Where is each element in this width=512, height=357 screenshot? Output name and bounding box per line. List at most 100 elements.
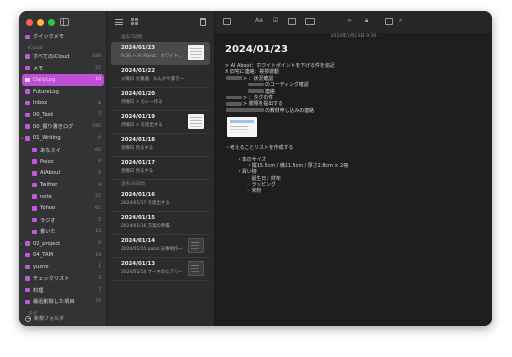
folder-label: Poizo [40,158,54,165]
note-list-item[interactable]: 2024/01/19 月曜日 > を提出する [111,111,210,134]
folder-count: 10 [95,77,101,83]
note-item-title: 2024/01/18 [121,137,155,143]
list-view-icon[interactable] [115,19,123,25]
folder-label: yuzno [33,263,49,270]
note-item-preview: 月曜日 > カレー作る [121,100,163,105]
folder-item[interactable]: 料理 7 [19,284,107,296]
folder-icon [25,136,30,141]
note-list-item[interactable]: 2024/01/18 金曜日 見るする [111,134,210,157]
plus-circle-icon [25,315,31,322]
folder-label: FutureLog [33,88,59,95]
folder-count: 0 [98,135,101,141]
folder-label: クイックメモ [33,34,64,41]
folder-item[interactable]: すべてのiCloud 446 [19,51,107,63]
folder-label: すべてのiCloud [33,54,70,61]
note-list-item[interactable]: 2024/01/16 2024/01/17 を提出する [111,189,210,212]
folder-count: 3 [98,276,101,282]
folder-icon [25,276,30,281]
folder-item[interactable]: 書いた 15 [19,226,107,238]
note-line-text: の教材申し込みの連絡 [265,107,314,114]
folder-count: 21 [95,65,101,71]
folder-item[interactable]: Inbox 8 [19,97,107,109]
folder-item[interactable]: 00_振り書きログ 195 [19,121,107,133]
folder-count: 1 [98,264,101,270]
note-list-item[interactable]: 2024/01/22 火曜日 大賞議：なんかや書き一 [111,65,210,88]
note-line-text: X 旧宅に連絡：挨拶運動 [225,69,279,76]
folder-icon [32,206,37,211]
note-body[interactable]: 2024/01/23 > AI About：ホワイトポイントを下げる件を追記 X … [225,44,485,195]
sidebar-toggle-icon[interactable] [60,18,69,26]
folder-icon [32,194,37,199]
folder-item[interactable]: AIAbout 9 [19,168,107,180]
folder-icon [25,100,30,106]
note-title: 2024/01/23 [225,44,288,55]
folder-item[interactable]: note 21 [19,191,107,203]
lock-icon[interactable]: 🔒︎ [365,17,368,25]
compose-icon[interactable] [223,18,231,25]
folder-item[interactable]: 04_TAM 19 [19,249,107,261]
folder-item[interactable]: Twitter 9 [19,179,107,191]
attached-image[interactable] [227,117,257,138]
folder-item[interactable]: クイックメモ [19,31,107,43]
media-icon[interactable] [305,18,315,25]
note-list-item[interactable]: 2024/01/20 月曜日 > カレー作る [111,88,210,111]
note-list-item[interactable]: 2024/01/17 金曜日 見るする [111,157,210,180]
close-window-button[interactable] [26,19,33,26]
note-list-item[interactable]: 2024/01/15 2024/01/16 方案の準備 [111,212,210,235]
folder-item[interactable]: FutureLog [19,86,107,98]
minimize-window-button[interactable] [37,19,44,26]
note-date: 2024年1月23日 9:36 [330,34,377,39]
note-item-preview: 2024/01/17 を提出する [121,201,170,206]
note-list: 過去7日間 2024/01/23 9:36 > AI About：ホワイト… 2024… [107,33,214,281]
folder-count: 60 [95,147,101,153]
folder-item[interactable]: yuzno 1 [19,261,107,273]
folder-item[interactable]: ラジオ 5 [19,214,107,226]
link-icon[interactable]: ∞ [347,17,352,24]
note-list-section-label: 過去7日間 [121,35,142,40]
folder-icon [25,54,30,59]
note-item-preview: 2024/01/14 ケーキのヒアリー [121,270,183,275]
folder-label: 01_Writing [33,135,61,142]
folder-item[interactable]: Poizo 8 [19,156,107,168]
note-list-item[interactable]: 2024/01/14 2024/01/15 poizo 記事制作一 [111,235,210,258]
folder-count: 61 [95,205,101,211]
note-thumbnail [188,261,204,276]
note-line-text: 連絡 [265,88,275,95]
folder-label: 最近削除した項目 [33,299,75,306]
table-icon[interactable] [288,18,296,25]
disclosure-chevron-icon[interactable]: ⌄ [20,135,24,141]
gallery-view-icon[interactable] [131,18,138,25]
folder-item[interactable]: 00_Task 5 [19,109,107,121]
trash-icon[interactable] [200,18,206,26]
folder-item[interactable]: メモ 21 [19,62,107,74]
disclosure-chevron-icon[interactable]: › [20,241,22,247]
search-icon[interactable]: ⌕ [399,17,402,25]
folder-item[interactable]: ⌄ 01_Writing 0 [19,133,107,145]
folder-label: Inbox [33,100,48,107]
folder-count: 9 [98,182,101,188]
new-folder-button[interactable]: 新規フォルダ [25,315,64,322]
format-button[interactable]: Aa [255,17,263,24]
folder-icon [25,112,30,118]
folder-item[interactable]: 最近削除した項目 75 [19,296,107,308]
checklist-icon[interactable]: ☑ [273,17,278,24]
folder-icon [25,287,30,293]
redacted-text [226,95,242,100]
note-list-item[interactable]: 2024/01/13 2024/01/14 ケーキのヒアリー [111,258,210,281]
note-item-title: 2024/01/20 [121,91,155,97]
zoom-window-button[interactable] [48,19,55,26]
share-icon[interactable] [385,18,393,25]
folder-sidebar: クイックメモ iCloud すべてのiCloud 446 メモ 21 DailyLog 10 F… [19,11,107,326]
note-list-item[interactable]: 2024/01/23 9:36 > AI About：ホワイト… [111,42,210,65]
note-line-text: > 書類を提出する [243,101,283,108]
list-item: ◦ 米粉 [247,188,262,195]
folder-item[interactable]: Yohoo 61 [19,203,107,215]
folder-icon [25,299,30,305]
folder-item[interactable]: › 02_project 0 [19,238,107,250]
folder-list: クイックメモ iCloud すべてのiCloud 446 メモ 21 DailyLog 10 F… [19,31,107,317]
folder-item[interactable]: チェックリスト 3 [19,273,107,285]
folder-item[interactable]: あなスイ 60 [19,144,107,156]
folder-count: 8 [98,159,101,165]
folder-item[interactable]: DailyLog 10 [22,74,104,86]
folder-count: 21 [95,194,101,200]
